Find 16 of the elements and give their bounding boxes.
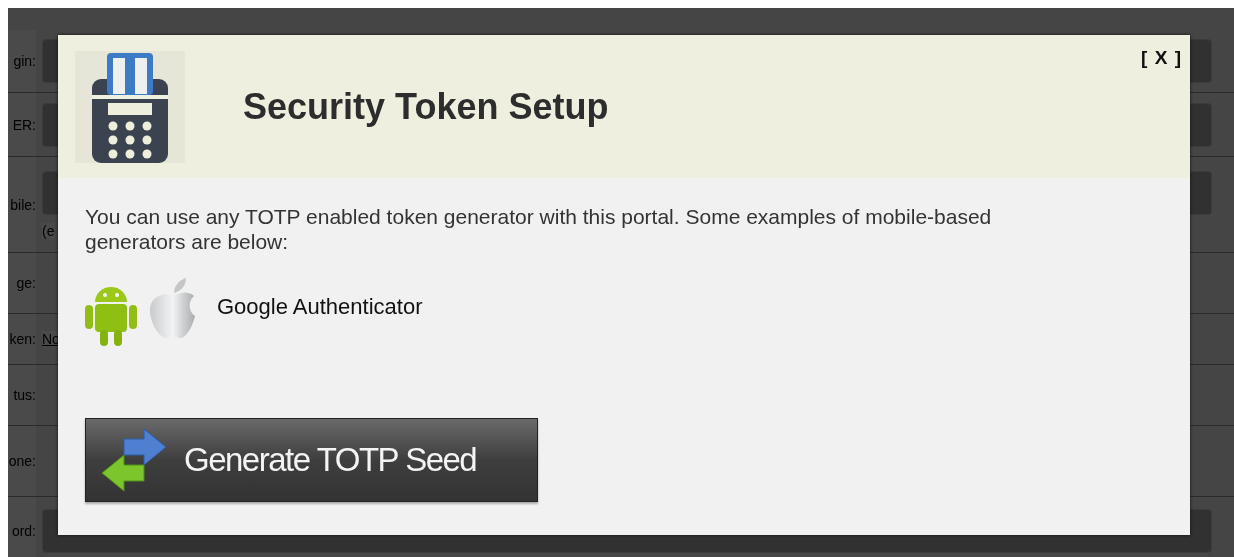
field-label: ER: — [12, 116, 36, 133]
app-name: Google Authenticator — [217, 294, 423, 320]
field-label: ord: — [11, 522, 36, 539]
field-label: gin: — [13, 53, 36, 69]
field-label: one: — [8, 453, 36, 469]
field-label: ken: — [9, 331, 36, 347]
dialog-title: Security Token Setup — [243, 85, 609, 128]
swap-arrows-icon — [102, 429, 166, 491]
generate-seed-button[interactable]: Generate TOTP Seed — [85, 418, 538, 502]
field-label: tus: — [13, 387, 36, 403]
close-button[interactable]: [ X ] — [1141, 47, 1182, 69]
field-hint: (e — [42, 222, 55, 239]
intro-text: You can use any TOTP enabled token generator with this portal. Some examples of mobile-based generators are below: — [85, 204, 993, 254]
field-label: bile: — [10, 196, 36, 213]
card-terminal-icon — [75, 50, 185, 163]
field-label: ge: — [16, 275, 36, 291]
